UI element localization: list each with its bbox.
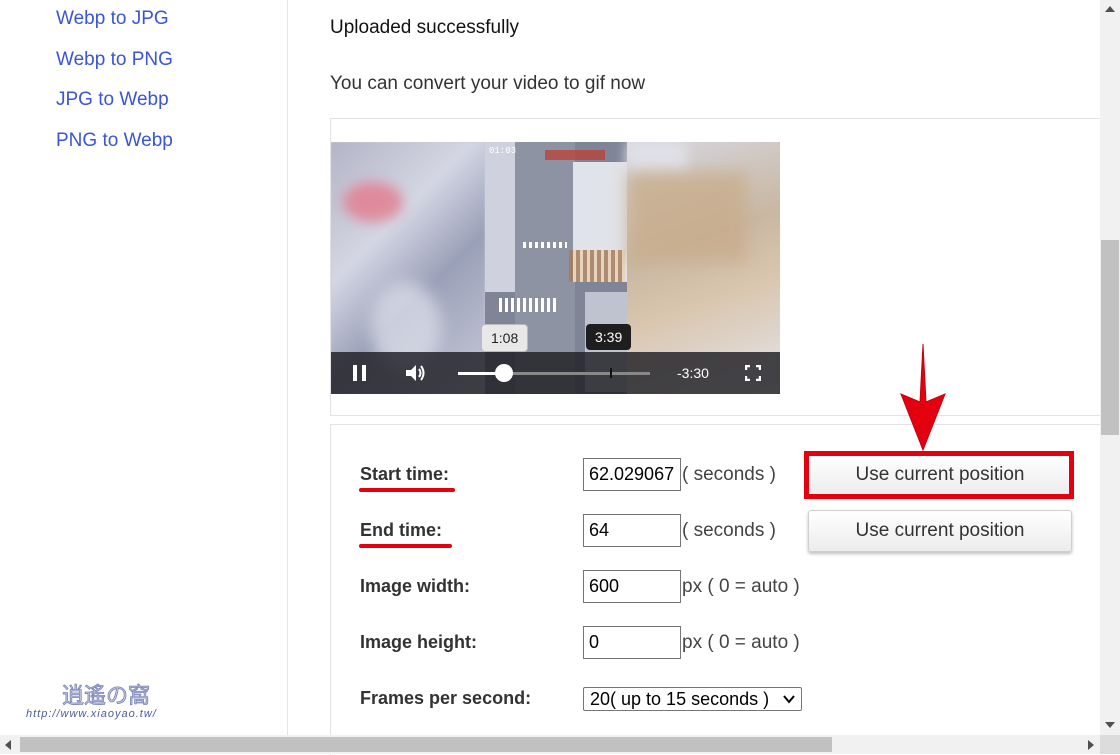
scroll-up-icon[interactable] bbox=[1105, 6, 1115, 12]
marker-time-tooltip: 3:39 bbox=[586, 324, 632, 350]
volume-icon[interactable] bbox=[404, 362, 428, 384]
watermark-url: http://www.xiaoyao.tw/ bbox=[26, 708, 157, 720]
remaining-time: -3:30 bbox=[677, 365, 709, 381]
svg-text:逍遙の窩: 逍遙の窩 bbox=[62, 684, 150, 709]
vertical-scroll-thumb[interactable] bbox=[1101, 240, 1119, 435]
end-time-underline bbox=[359, 544, 452, 548]
end-time-unit: ( seconds ) bbox=[682, 520, 776, 541]
annotation-arrow-icon bbox=[900, 343, 946, 452]
image-width-label: Image width: bbox=[360, 576, 471, 596]
instruction-text: You can convert your video to gif now bbox=[330, 73, 646, 94]
fps-selected-value: 20( up to 15 seconds ) bbox=[590, 689, 770, 709]
image-width-input[interactable]: 600 bbox=[583, 570, 681, 603]
start-time-label: Start time: bbox=[360, 464, 450, 484]
start-time-input[interactable]: 62.029067 bbox=[583, 458, 681, 491]
start-time-underline bbox=[359, 488, 455, 492]
fps-label: Frames per second: bbox=[360, 688, 532, 708]
image-height-unit: px ( 0 = auto ) bbox=[682, 632, 800, 653]
video-controls: -3:30 bbox=[331, 352, 780, 394]
fullscreen-icon[interactable] bbox=[745, 365, 761, 381]
seek-bar[interactable] bbox=[458, 364, 650, 382]
scroll-right-icon[interactable] bbox=[1088, 740, 1094, 750]
pause-icon[interactable] bbox=[353, 365, 367, 381]
start-time-unit: ( seconds ) bbox=[682, 464, 776, 485]
scrollbar-corner bbox=[1100, 735, 1120, 754]
upload-status: Uploaded successfully bbox=[330, 17, 520, 38]
game-hud-timer: 01:03 bbox=[489, 146, 517, 156]
marker-tick bbox=[609, 368, 612, 378]
end-time-input[interactable]: 64 bbox=[583, 514, 681, 547]
fps-select[interactable]: 20( up to 15 seconds ) bbox=[583, 687, 802, 711]
seek-handle[interactable] bbox=[495, 364, 514, 382]
end-time-label: End time: bbox=[360, 520, 443, 540]
image-width-unit: px ( 0 = auto ) bbox=[682, 576, 800, 597]
end-use-current-position-button[interactable]: Use current position bbox=[808, 510, 1072, 552]
sidebar-link-png-to-webp[interactable]: PNG to Webp bbox=[56, 130, 173, 152]
hover-time-tooltip: 1:08 bbox=[481, 324, 529, 352]
sidebar-link-webp-to-jpg[interactable]: Webp to JPG bbox=[56, 8, 169, 30]
sidebar: Webp to JPG Webp to PNG JPG to Webp PNG … bbox=[0, 0, 288, 735]
sidebar-link-jpg-to-webp[interactable]: JPG to Webp bbox=[56, 89, 169, 111]
highlight-box bbox=[804, 451, 1074, 499]
watermark-logo: 逍遙の窩 bbox=[27, 679, 150, 711]
image-height-label: Image height: bbox=[360, 632, 478, 652]
scroll-left-icon[interactable] bbox=[5, 740, 11, 750]
scroll-down-icon[interactable] bbox=[1105, 722, 1115, 728]
sidebar-link-webp-to-png[interactable]: Webp to PNG bbox=[56, 49, 173, 71]
chevron-down-icon bbox=[783, 695, 795, 704]
image-height-input[interactable]: 0 bbox=[583, 626, 681, 659]
horizontal-scroll-thumb[interactable] bbox=[20, 737, 832, 752]
